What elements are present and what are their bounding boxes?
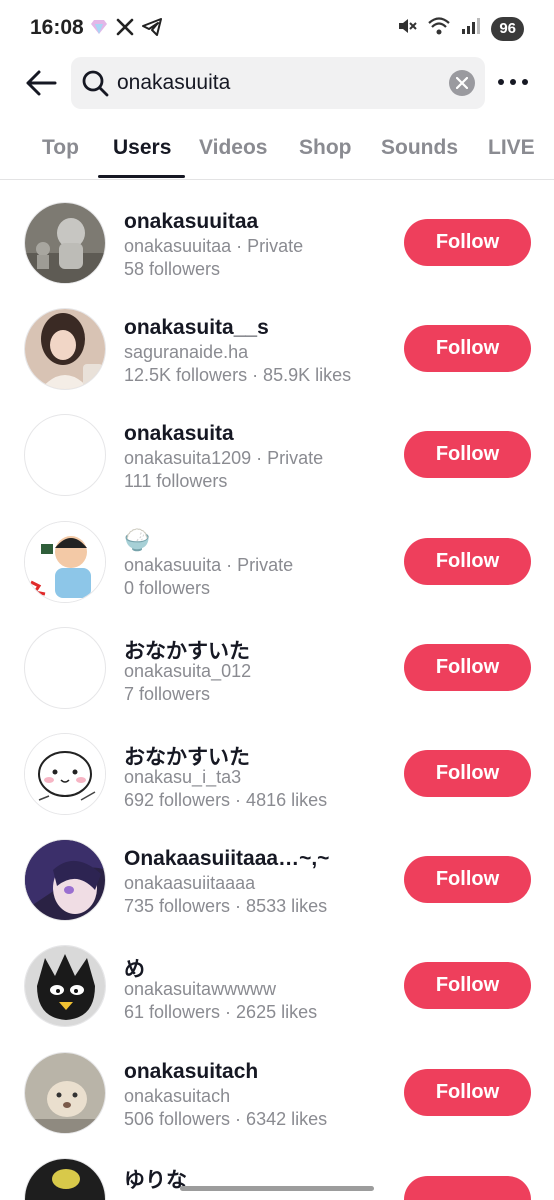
tab-users[interactable]: Users	[113, 136, 171, 160]
search-input[interactable]	[117, 57, 437, 109]
user-display-name: onakasuuitaa	[124, 210, 259, 233]
avatar[interactable]	[24, 1157, 106, 1200]
user-handle: onakasu_i_ta3	[124, 766, 242, 787]
follow-button[interactable]: Follow	[404, 1068, 531, 1116]
active-tab-indicator	[98, 175, 185, 178]
user-handle: saguranaide.ha	[124, 342, 249, 363]
user-handle: onakasuuita · Private	[124, 554, 294, 575]
telegram-icon	[142, 18, 162, 41]
user-row[interactable]: 🍚 onakasuuita · Private 0 followers Foll…	[0, 499, 554, 605]
avatar[interactable]	[24, 945, 106, 1028]
user-row[interactable]: onakasuitach onakasuitach 506 followers …	[0, 1030, 554, 1136]
tab-videos[interactable]: Videos	[199, 136, 267, 160]
tab-sounds[interactable]: Sounds	[381, 136, 458, 160]
user-handle: onakaasuiitaaaa	[124, 873, 256, 894]
system-icons: 96	[397, 16, 524, 41]
user-stats: 61 followers · 2625 likes	[124, 1002, 318, 1023]
search-bar[interactable]	[71, 57, 485, 109]
search-tabs: Top Users Videos Shop Sounds LIVE	[0, 120, 554, 180]
user-row[interactable]: Onakaasuiitaaa…~,~ onakaasuiitaaaa 735 f…	[0, 817, 554, 923]
user-display-name: 🍚	[124, 528, 151, 552]
avatar[interactable]	[24, 626, 106, 709]
user-display-name: onakasuita__s	[124, 316, 269, 340]
user-stats: 12.5K followers · 85.9K likes	[124, 365, 352, 386]
follow-button[interactable]: Follow	[404, 537, 531, 585]
user-stats: 0 followers	[124, 577, 211, 598]
avatar[interactable]	[24, 1051, 106, 1134]
tab-live[interactable]: LIVE	[488, 136, 535, 160]
battery-indicator: 96	[491, 16, 524, 41]
user-stats: 7 followers	[124, 683, 211, 704]
follow-button[interactable]: Follow	[404, 431, 531, 479]
user-handle: onakasuuitaa · Private	[124, 236, 304, 256]
signal-icon	[461, 17, 481, 40]
avatar[interactable]	[24, 308, 106, 391]
user-stats: 58 followers	[124, 259, 221, 279]
user-display-name: Onakaasuiitaaa…~,~	[124, 847, 330, 871]
home-indicator[interactable]	[180, 1186, 374, 1191]
user-row[interactable]: おなかすいた onakasu_i_ta3 692 followers · 481…	[0, 711, 554, 817]
more-options-button[interactable]	[498, 70, 528, 94]
user-row[interactable]: onakasuuitaa onakasuuitaa · Private 58 f…	[0, 180, 554, 286]
wifi-icon	[427, 16, 451, 41]
status-time: 16:08	[30, 16, 84, 39]
user-row[interactable]: おなかすいた onakasuita_012 7 followers Follow	[0, 605, 554, 711]
mute-icon	[397, 16, 418, 41]
follow-button[interactable]: Follow	[404, 749, 531, 797]
user-handle: onakasuitach	[124, 1085, 231, 1106]
gem-icon	[90, 19, 108, 40]
user-row[interactable]: め onakasuitawwwww 61 followers · 2625 li…	[0, 923, 554, 1029]
avatar[interactable]	[24, 202, 106, 284]
notification-icons	[90, 18, 162, 41]
user-display-name: onakasuita	[124, 422, 234, 446]
user-row[interactable]: onakasuita onakasuita1209 · Private 111 …	[0, 392, 554, 498]
user-display-name: ゆりな	[124, 1168, 187, 1192]
clear-search-button[interactable]	[449, 70, 475, 96]
x-icon	[116, 18, 134, 41]
avatar[interactable]	[24, 520, 106, 603]
follow-button[interactable]: Follow	[404, 325, 531, 373]
tab-top[interactable]: Top	[42, 136, 79, 160]
avatar[interactable]	[24, 732, 106, 815]
avatar[interactable]	[24, 839, 106, 922]
arrow-left-icon	[26, 70, 57, 96]
close-icon	[456, 77, 468, 89]
more-dots-icon	[498, 79, 504, 85]
user-results-list: onakasuuitaa onakasuuitaa · Private 58 f…	[0, 180, 554, 1200]
user-handle: onakasuitawwwww	[124, 979, 277, 1000]
back-button[interactable]	[22, 64, 60, 102]
user-stats: 506 followers · 6342 likes	[124, 1108, 328, 1129]
user-stats: 111 followers	[124, 471, 228, 492]
follow-button[interactable]: Follow	[404, 219, 531, 266]
avatar[interactable]	[24, 414, 106, 497]
status-bar: 16:08 96	[0, 0, 554, 56]
user-stats: 735 followers · 8533 likes	[124, 896, 328, 917]
follow-button[interactable]: Follow	[404, 856, 531, 904]
user-handle: onakasuita_012	[124, 660, 252, 681]
user-row[interactable]: onakasuita__s saguranaide.ha 12.5K follo…	[0, 286, 554, 392]
user-handle: onakasuita1209 · Private	[124, 448, 324, 469]
follow-button[interactable]	[404, 1175, 531, 1200]
follow-button[interactable]: Follow	[404, 962, 531, 1010]
follow-button[interactable]: Follow	[404, 643, 531, 691]
search-icon	[82, 70, 109, 97]
tab-shop[interactable]: Shop	[299, 136, 352, 160]
user-display-name: onakasuitach	[124, 1059, 259, 1083]
user-stats: 692 followers · 4816 likes	[124, 789, 328, 810]
